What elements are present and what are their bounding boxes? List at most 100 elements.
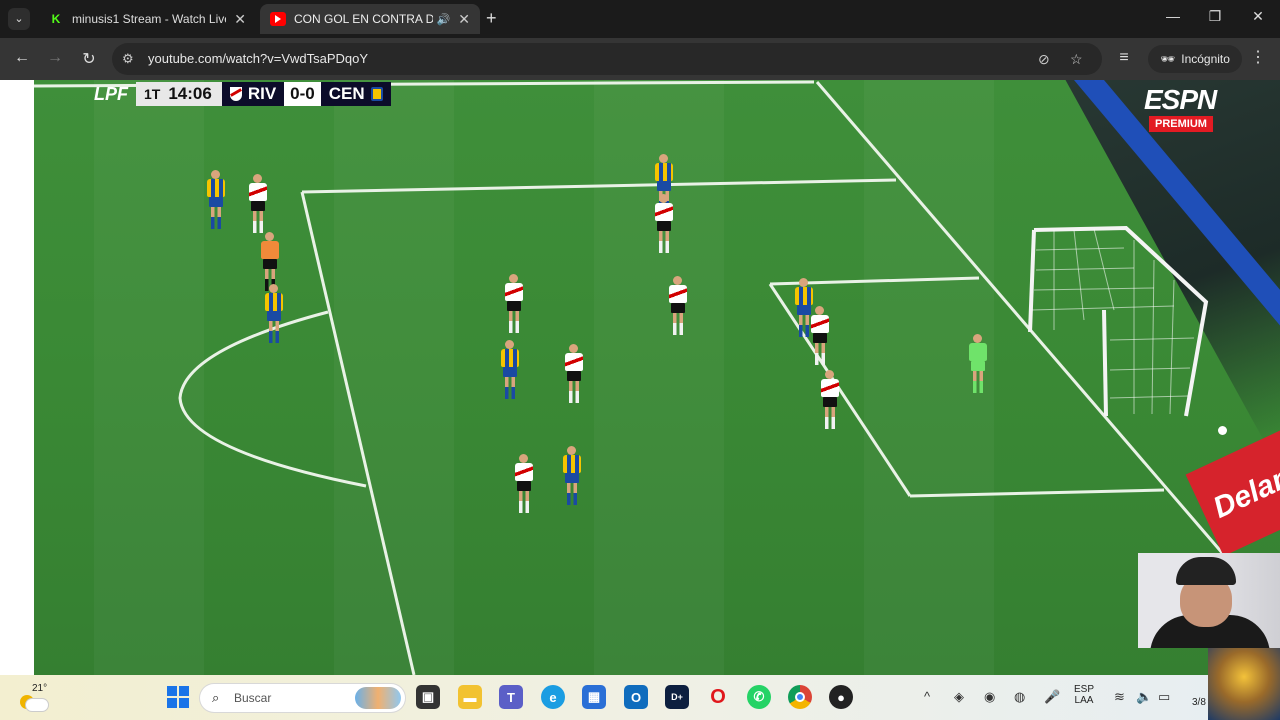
player-central [562, 446, 582, 510]
microphone-icon[interactable]: 🎤 [1044, 689, 1060, 705]
tab-title: CON GOL EN CONTRA DE C [294, 12, 433, 26]
file-explorer-icon[interactable]: ▬ [458, 685, 482, 709]
weather-widget[interactable]: 21° [18, 683, 50, 713]
tray-app-icon[interactable]: ◍ [1014, 689, 1025, 705]
league-logo: LPF [94, 84, 128, 104]
browser-menu-icon[interactable]: ⋮ [1250, 47, 1266, 67]
penalty-area-left-line [300, 191, 416, 675]
outlook-icon[interactable]: O [624, 685, 648, 709]
browser-toolbar: ← → ↻ ⚙ youtube.com/watch?v=VwdTsaPDqoY … [0, 38, 1280, 80]
overlay-character-image [1208, 648, 1280, 720]
player-central [264, 284, 284, 348]
close-tab-icon[interactable]: ✕ [234, 11, 246, 28]
address-bar[interactable]: ⚙ youtube.com/watch?v=VwdTsaPDqoY ⊘ ☆ [112, 43, 1102, 75]
match-period: 1T [136, 82, 165, 106]
wifi-icon[interactable]: ≋ [1114, 689, 1125, 705]
site-info-icon[interactable]: ⚙ [122, 51, 134, 67]
reload-button[interactable]: ↻ [79, 49, 99, 69]
kick-icon: K [51, 12, 61, 26]
tray-app-icon[interactable]: ◈ [954, 689, 964, 705]
new-tab-button[interactable]: + [486, 8, 497, 29]
player-river [504, 274, 524, 338]
player-river [810, 306, 830, 370]
chrome-icon[interactable] [788, 685, 812, 709]
home-team-abbr: RIV [247, 84, 277, 103]
tab-title: minusis1 Stream - Watch Live o [72, 12, 227, 26]
page-content: LPF 1T 14:06 RIV 0-0 CEN ESPN PREMIUM De… [0, 80, 1280, 675]
tray-app-icon[interactable]: ◉ [984, 689, 995, 705]
broadcaster-logo: ESPN [1144, 84, 1217, 115]
ball [1218, 426, 1227, 435]
search-highlight-image [355, 687, 401, 709]
goal-area-left-line [768, 283, 912, 497]
keyboard-layout: LAA [1074, 695, 1094, 706]
player-river [820, 370, 840, 434]
windows-start-icon[interactable] [166, 685, 190, 709]
tab-search-button[interactable]: ⌄ [8, 8, 30, 30]
search-placeholder: Buscar [234, 691, 272, 705]
search-icon: ⌕ [212, 690, 220, 705]
windows-taskbar: 21° ⌕ Buscar ▣ ▬ T e ▦ O D+ O ✆ ● ^ ◈ ◉ … [0, 675, 1280, 720]
obs-icon[interactable]: ● [829, 685, 853, 709]
bookmark-star-icon[interactable]: ☆ [1070, 51, 1083, 68]
opera-icon[interactable]: O [706, 685, 730, 709]
match-clock: 14:06 [164, 82, 222, 106]
minimize-button[interactable]: — [1158, 8, 1188, 24]
away-team: CEN [320, 82, 391, 106]
central-crest-icon [370, 87, 383, 101]
close-tab-icon[interactable]: ✕ [458, 11, 470, 28]
broadcaster-tier: PREMIUM [1149, 116, 1213, 132]
media-controls-icon[interactable]: ≡ [1114, 49, 1134, 67]
teams-icon[interactable]: T [499, 685, 523, 709]
incognito-indicator[interactable]: 🕶 Incógnito [1148, 45, 1242, 73]
store-icon[interactable]: ▦ [582, 685, 606, 709]
eye-slash-icon[interactable]: ⊘ [1038, 51, 1050, 68]
browser-tab-bar: ⌄ K minusis1 Stream - Watch Live o ✕ CON… [0, 0, 1280, 38]
task-view-icon[interactable]: ▣ [416, 685, 440, 709]
language-indicator[interactable]: ESP LAA [1074, 684, 1094, 706]
goalkeeper [968, 334, 988, 398]
close-window-button[interactable]: ✕ [1243, 8, 1273, 25]
video-player[interactable]: LPF 1T 14:06 RIV 0-0 CEN ESPN PREMIUM De… [34, 80, 1280, 675]
player-river [248, 174, 268, 238]
language-code: ESP [1074, 684, 1095, 695]
forward-button[interactable]: → [45, 49, 65, 67]
speaker-icon[interactable]: 🔊 [437, 13, 451, 26]
volume-icon[interactable]: 🔈 [1136, 689, 1152, 705]
player-river [514, 454, 534, 518]
home-team: RIV [221, 82, 285, 106]
taskbar-date[interactable]: 3/8 [1192, 697, 1206, 708]
player-river [564, 344, 584, 408]
youtube-icon [270, 12, 286, 26]
goal-frame [1028, 225, 1209, 417]
show-hidden-icons-chevron[interactable]: ^ [924, 689, 930, 704]
weather-temperature: 21° [32, 683, 48, 694]
streamer-cap [1176, 557, 1236, 585]
scoreboard: LPF 1T 14:06 RIV 0-0 CEN [94, 82, 391, 106]
player-river [668, 276, 688, 340]
edge-icon[interactable]: e [541, 685, 565, 709]
restore-button[interactable]: ❐ [1200, 8, 1230, 25]
match-score: 0-0 [284, 82, 321, 106]
player-river [654, 194, 674, 258]
river-crest-icon [229, 87, 242, 101]
penalty-area-top-line [301, 178, 897, 194]
touchline [815, 81, 1226, 556]
player-central [500, 340, 520, 404]
battery-icon[interactable]: ▭ [1158, 689, 1170, 705]
incognito-label: Incógnito [1181, 52, 1230, 66]
tab-kick-stream[interactable]: K minusis1 Stream - Watch Live o ✕ [38, 4, 256, 34]
disney-plus-icon[interactable]: D+ [665, 685, 689, 709]
cloud-icon [26, 699, 48, 711]
tab-youtube-video[interactable]: CON GOL EN CONTRA DE C 🔊 ✕ [260, 4, 480, 34]
away-team-abbr: CEN [328, 84, 365, 103]
whatsapp-icon[interactable]: ✆ [747, 685, 771, 709]
player-central [206, 170, 226, 234]
goal-net [1031, 228, 1195, 415]
url-text[interactable]: youtube.com/watch?v=VwdTsaPDqoY [148, 51, 368, 66]
back-button[interactable]: ← [12, 49, 32, 67]
taskbar-search[interactable]: ⌕ Buscar [200, 684, 405, 712]
goal-area-bottom-line [909, 488, 1165, 498]
webcam-overlay [1138, 553, 1280, 648]
incognito-icon: 🕶 [1160, 52, 1176, 66]
